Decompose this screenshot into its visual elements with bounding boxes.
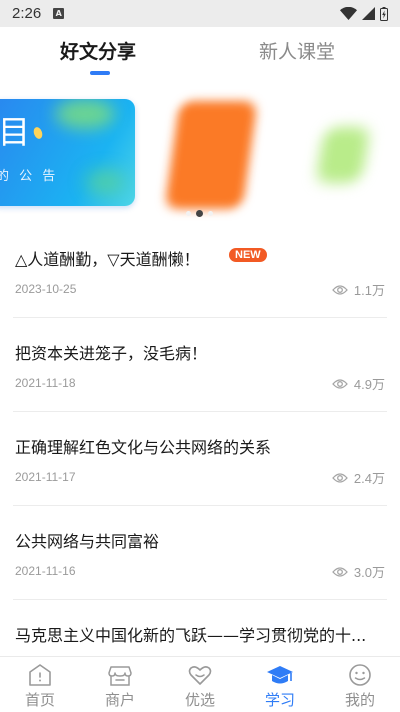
eye-icon [332,566,348,577]
article-views: 4.9万 [332,374,385,393]
pagination-dot [186,211,191,216]
nav-shop[interactable]: 商户 [80,657,160,712]
view-count: 1.1万 [353,283,385,298]
nav-label: 我的 [344,691,375,709]
view-count: 2.4万 [353,471,385,486]
home-icon [29,664,51,686]
view-count: 3.0万 [353,565,385,580]
nav-selection[interactable]: 优选 [160,657,240,712]
article-item[interactable]: 把资本关进笼子，没毛病！ 2021-11-18 4.9万 [13,318,387,412]
tab-articles[interactable]: 好文分享 [60,37,136,64]
banner-slide-next[interactable] [164,101,258,209]
eye-icon [332,472,348,483]
nav-label: 学习 [264,691,295,709]
battery-icon [380,6,388,21]
banner-slide-preview[interactable] [315,127,371,183]
pagination-dot [208,211,213,216]
article-date: 2021-11-18 [15,376,76,390]
top-tabs: 好文分享 新人课堂 [0,27,400,79]
shop-icon [108,666,132,686]
article-views: 1.1万 [332,280,385,299]
nav-profile[interactable]: 我的 [320,657,400,712]
nav-learn[interactable]: 学习 [240,657,320,712]
article-item[interactable]: △人道酬勤，▽天道酬懒！ NEW 2023-10-25 1.1万 [13,224,387,318]
article-title: 把资本关进笼子，没毛病！ [15,344,208,363]
status-indicators [340,6,388,21]
banner-decoration [32,125,44,141]
banner-subtext: 的 公 告 [0,169,59,184]
tab-newcomer-class[interactable]: 新人课堂 [259,37,335,64]
app-screen: 2:26 A 好文分享 新人课堂 目 的 公 告 △人道酬勤，▽天道酬懒！ NE… [0,0,400,712]
nav-label: 首页 [24,691,55,709]
article-title: 公共网络与共同富裕 [15,532,160,551]
graduation-cap-icon [267,666,293,684]
status-bar: 2:26 A [0,0,400,27]
article-date: 2023-10-25 [15,282,77,296]
article-views: 3.0万 [332,562,385,581]
tab-active-indicator [90,71,110,75]
banner-glow-decoration [85,170,125,194]
view-count: 4.9万 [353,377,385,392]
banner-carousel[interactable]: 目 的 公 告 [0,79,400,224]
eye-icon [332,378,348,389]
status-time: 2:26 [12,5,42,22]
bottom-nav: 首页 商户 优选 学习 我的 [0,656,400,712]
article-date: 2021-11-16 [15,564,76,578]
banner-slide-current[interactable]: 目 的 公 告 [0,99,135,206]
article-item[interactable]: 公共网络与共同富裕 2021-11-16 3.0万 [13,506,387,600]
article-title: 正确理解红色文化与公共网络的关系 [15,438,272,457]
article-views: 2.4万 [332,468,385,487]
wifi-icon [340,7,357,20]
article-title: 马克思主义中国化新的飞跃——学习贯彻党的十... [15,626,367,645]
nav-label: 商户 [104,691,135,709]
article-list: △人道酬勤，▽天道酬懒！ NEW 2023-10-25 1.1万 把资本关进笼子… [0,224,400,694]
notification-app-icon: A [53,8,65,19]
banner-headline: 目 [0,113,31,151]
profile-icon [349,664,371,686]
article-item[interactable]: 正确理解红色文化与公共网络的关系 2021-11-17 2.4万 [13,412,387,506]
article-date: 2021-11-17 [15,470,76,484]
article-title: △人道酬勤，▽天道酬懒！ [15,250,200,269]
nav-home[interactable]: 首页 [0,657,80,712]
signal-icon [362,7,375,20]
banner-glow-decoration [55,99,115,129]
heart-icon [188,666,212,685]
new-badge: NEW [229,248,267,262]
pagination-dot-active [196,210,203,217]
nav-label: 优选 [184,691,215,709]
carousel-pagination [186,210,213,217]
eye-icon [332,284,348,295]
